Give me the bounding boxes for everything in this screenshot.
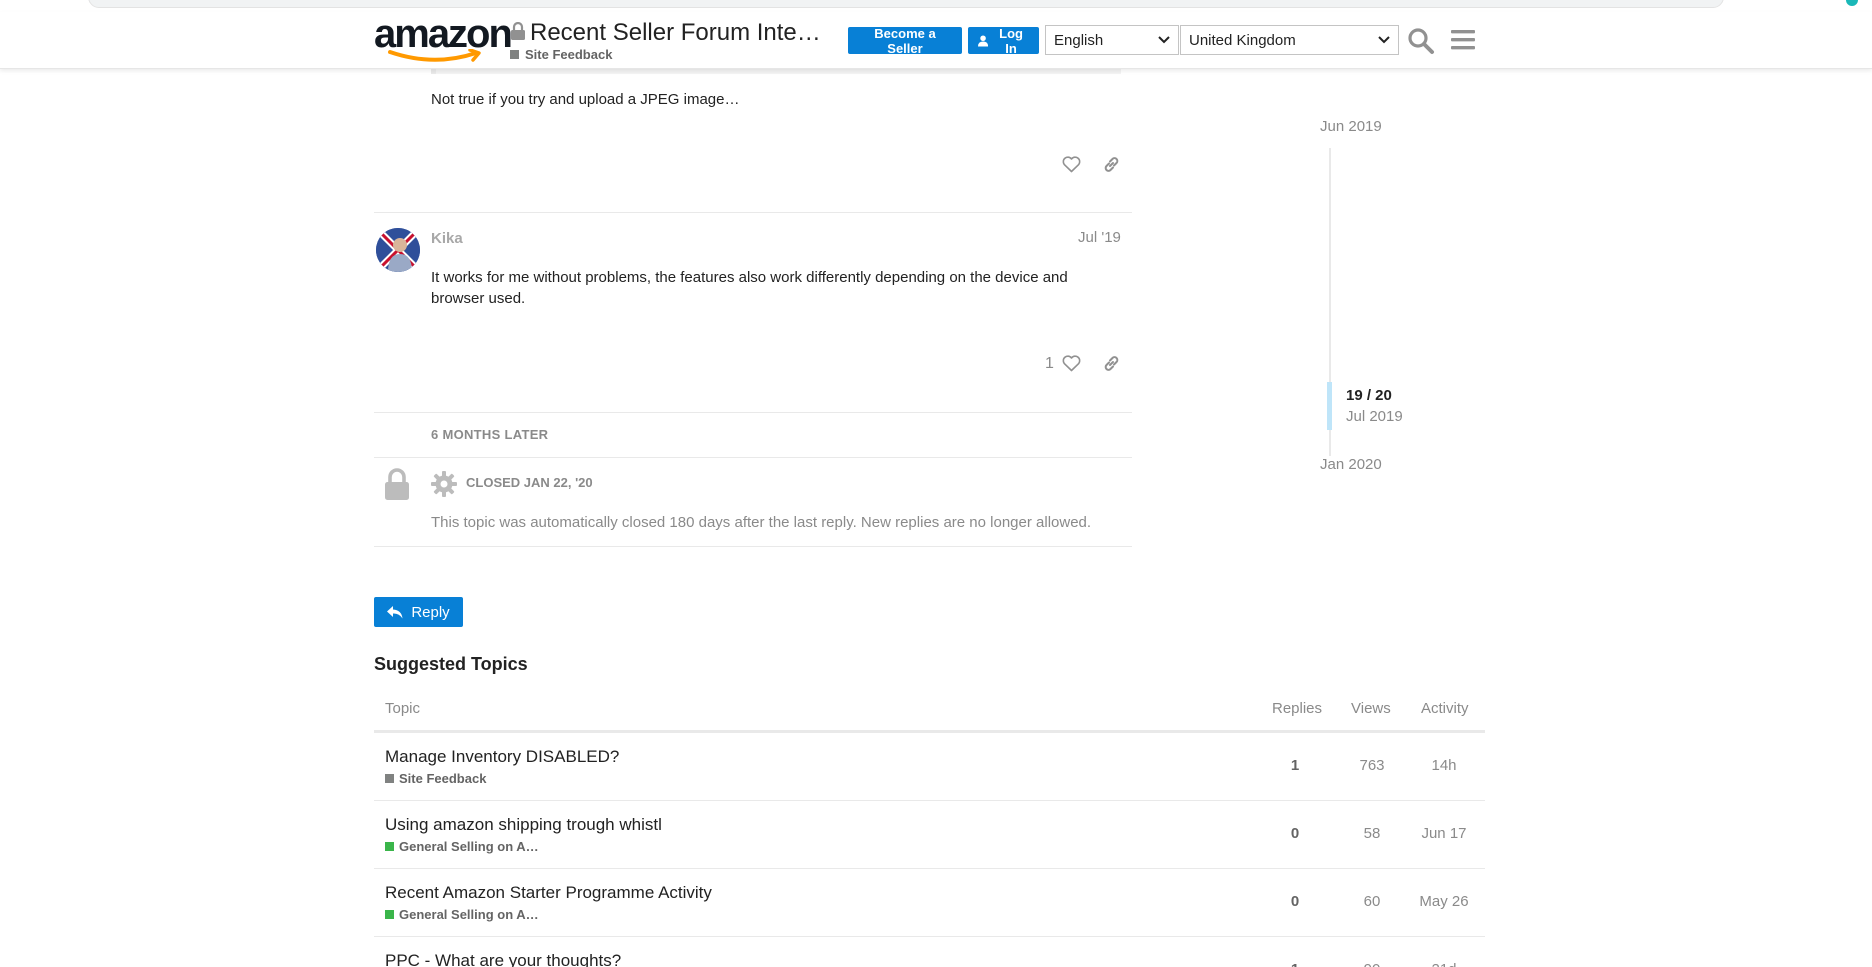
category-color-square <box>385 910 394 919</box>
gear-icon <box>431 471 457 502</box>
poster-username[interactable]: Kika <box>431 230 463 247</box>
view-count: 763 <box>1359 757 1385 774</box>
site-header: amazon Recent Seller Forum Inte… Site Fe… <box>0 12 1872 69</box>
logo-wordmark: amazon <box>374 12 513 56</box>
reply-count: 0 <box>1290 825 1300 842</box>
reply-arrow-icon <box>387 605 403 618</box>
reply-count: 0 <box>1290 893 1300 910</box>
suggested-topics-heading: Suggested Topics <box>374 654 528 674</box>
reply-button[interactable]: Reply <box>374 597 463 627</box>
login-label: Log In <box>999 25 1023 56</box>
become-seller-button[interactable]: Become a Seller <box>848 26 962 56</box>
topic-category-label: General Selling on A… <box>399 907 539 922</box>
table-row[interactable]: Manage Inventory DISABLED? Site Feedback… <box>374 733 1485 801</box>
reply-count: 1 <box>1290 757 1300 774</box>
activity-time[interactable]: Jun 17 <box>1414 825 1474 842</box>
category-color-square <box>385 774 394 783</box>
reply-count: 1 <box>1282 961 1308 967</box>
avatar[interactable] <box>376 228 420 272</box>
column-header-replies[interactable]: Replies <box>1272 700 1322 717</box>
topic-category-badge[interactable]: Site Feedback <box>510 47 612 62</box>
column-header-views[interactable]: Views <box>1351 700 1391 717</box>
post-divider <box>374 457 1132 458</box>
post-divider <box>374 212 1132 213</box>
logo-smile-icon <box>388 49 481 62</box>
language-selected-value: English <box>1054 31 1104 49</box>
category-color-square <box>510 50 519 59</box>
table-row[interactable]: Using amazon shipping trough whistl Gene… <box>374 801 1485 869</box>
view-count: 58 <box>1363 825 1381 842</box>
chevron-down-icon <box>1378 36 1390 44</box>
table-row[interactable]: Recent Amazon Starter Programme Activity… <box>374 869 1485 937</box>
topic-link[interactable]: Using amazon shipping trough whistl <box>385 815 662 835</box>
topic-category-badge[interactable]: General Selling on A… <box>385 907 539 922</box>
topic-category-label: Site Feedback <box>525 47 613 62</box>
timeline-position: 19 / 20 <box>1346 387 1392 404</box>
browser-extension-icon[interactable] <box>1846 0 1858 6</box>
hamburger-menu-icon[interactable] <box>1450 28 1476 57</box>
topic-link[interactable]: PPC - What are your thoughts? <box>385 951 621 967</box>
activity-time[interactable]: May 26 <box>1414 893 1474 910</box>
category-color-square <box>385 842 394 851</box>
column-header-activity[interactable]: Activity <box>1421 700 1469 717</box>
activity-time[interactable]: 14h <box>1414 757 1474 774</box>
timeline-start-date[interactable]: Jun 2019 <box>1320 118 1382 135</box>
heart-icon[interactable] <box>1062 156 1081 178</box>
browser-address-bar[interactable] <box>88 0 1724 8</box>
post-body-text: Not true if you try and upload a JPEG im… <box>431 91 740 108</box>
lock-icon <box>510 21 526 45</box>
topic-link[interactable]: Recent Amazon Starter Programme Activity <box>385 883 712 903</box>
lock-icon <box>384 468 410 505</box>
column-header-topic[interactable]: Topic <box>385 700 420 717</box>
activity-time[interactable]: 21d <box>1414 961 1474 967</box>
link-icon[interactable] <box>1102 155 1121 179</box>
heart-icon[interactable] <box>1062 355 1081 377</box>
link-icon[interactable] <box>1102 354 1121 378</box>
post-divider <box>374 546 1132 547</box>
browser-address-bar-remnant <box>0 0 1872 12</box>
post-date[interactable]: Jul '19 <box>1078 229 1121 246</box>
time-gap-label: 6 MONTHS LATER <box>431 427 549 442</box>
language-select[interactable]: English <box>1045 25 1179 55</box>
like-count[interactable]: 1 <box>1045 355 1054 373</box>
reply-label: Reply <box>411 603 450 621</box>
topic-timeline: Jun 2019 19 / 20 Jul 2019 Jan 2020 <box>1320 118 1440 478</box>
post-divider <box>374 412 1132 413</box>
country-selected-value: United Kingdom <box>1189 31 1296 49</box>
timeline-end-date[interactable]: Jan 2020 <box>1320 456 1382 473</box>
search-icon[interactable] <box>1407 27 1435 60</box>
topic-category-badge[interactable]: Site Feedback <box>385 771 486 786</box>
table-row[interactable]: PPC - What are your thoughts? 1 90 21d <box>374 937 1485 967</box>
login-button[interactable]: Log In <box>968 25 1039 56</box>
closed-date-label: CLOSED JAN 22, '20 <box>466 475 593 490</box>
post-body-text: It works for me without problems, the fe… <box>431 269 1068 307</box>
timeline-position-date: Jul 2019 <box>1346 408 1403 425</box>
topic-category-label: General Selling on A… <box>399 839 539 854</box>
timeline-handle[interactable] <box>1327 382 1332 430</box>
amazon-logo[interactable]: amazon <box>374 12 513 64</box>
country-select[interactable]: United Kingdom <box>1180 25 1399 55</box>
topic-category-badge[interactable]: General Selling on A… <box>385 839 539 854</box>
topic-title[interactable]: Recent Seller Forum Inte… <box>530 18 821 48</box>
user-icon <box>978 34 989 47</box>
topic-category-label: Site Feedback <box>399 771 487 786</box>
view-count: 60 <box>1363 893 1381 910</box>
topic-link[interactable]: Manage Inventory DISABLED? <box>385 747 619 767</box>
closed-notice-text: This topic was automatically closed 180 … <box>431 514 1092 531</box>
chevron-down-icon <box>1158 36 1170 44</box>
view-count: 90 <box>1347 961 1397 967</box>
